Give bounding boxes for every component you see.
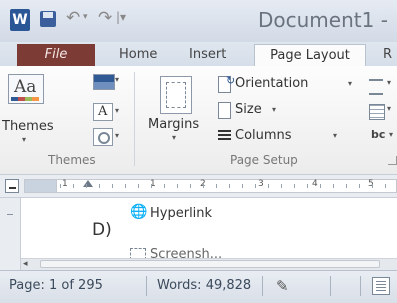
themes-icon: Aa	[8, 74, 44, 104]
hyperlink-item[interactable]: 🌐 Hyperlink	[130, 204, 250, 224]
tab-selector-icon[interactable]	[5, 179, 19, 193]
window-title: Document1 -	[258, 8, 388, 32]
hyphenation-dropdown-icon: ▾	[389, 130, 394, 139]
save-icon-shutter	[43, 12, 53, 18]
page-setup-launcher-icon[interactable]	[388, 156, 397, 165]
line-numbers-icon	[369, 104, 385, 120]
page-setup-group-label: Page Setup	[230, 153, 298, 167]
page-count[interactable]: Page: 1 of 295	[9, 278, 103, 293]
theme-fonts-icon: A	[93, 103, 113, 121]
themes-icon-swatches	[11, 97, 39, 101]
margins-icon	[160, 76, 192, 114]
breaks-dropdown-icon: ▾	[387, 78, 392, 87]
size-dropdown-icon: ▾	[272, 105, 277, 114]
orientation-dropdown-icon: ▾	[348, 79, 353, 88]
breaks-button[interactable]: ▾	[369, 76, 397, 95]
status-separator	[330, 276, 331, 296]
themes-icon-glyph: Aa	[14, 77, 37, 97]
columns-button[interactable]: Columns ▾	[218, 126, 348, 146]
theme-colors-dropdown-icon: ▾	[115, 75, 120, 84]
orientation-button[interactable]: ↻ Orientation ▾	[218, 74, 360, 94]
theme-fonts-button[interactable]: A ▾	[93, 103, 123, 121]
margins-label: Margins	[148, 117, 200, 132]
vertical-ruler[interactable]	[0, 198, 21, 270]
hyperlink-icon: 🌐	[130, 204, 148, 220]
undo-icon[interactable]: ↶	[66, 8, 80, 28]
hyphenation-button[interactable]: bc ▾	[371, 128, 397, 146]
theme-effects-button[interactable]: ▾	[93, 128, 123, 146]
theme-colors-icon	[93, 74, 115, 90]
theme-effects-dropdown-icon: ▾	[115, 131, 120, 140]
proofing-icon[interactable]: ✎	[276, 277, 289, 295]
columns-dropdown-icon: ▾	[333, 131, 338, 140]
save-icon[interactable]	[40, 11, 56, 27]
margins-button[interactable]: Margins ▾	[146, 76, 204, 148]
columns-icon	[218, 130, 231, 141]
customize-qat-icon[interactable]: |▾	[116, 10, 126, 24]
redo-icon[interactable]: ↷	[98, 8, 112, 28]
theme-fonts-dropdown-icon: ▾	[115, 106, 120, 115]
status-separator	[360, 276, 361, 296]
theme-effects-ring	[98, 132, 110, 144]
themes-label: Themes	[2, 119, 54, 134]
ribbon-group-separator	[134, 72, 135, 166]
screenshot-item[interactable]: Screensh...	[130, 244, 280, 258]
tab-file[interactable]: File	[17, 44, 95, 66]
scrollbar-thumb[interactable]	[40, 260, 380, 268]
qat-dropdown-icon[interactable]: ▾	[83, 12, 88, 22]
size-button[interactable]: Size ▾	[218, 100, 308, 120]
hyperlink-label: Hyperlink	[150, 206, 213, 221]
option-letter: D)	[92, 220, 112, 240]
tab-references-partial[interactable]: R	[383, 47, 392, 62]
margins-icon-inner	[166, 82, 186, 108]
margins-dropdown-icon: ▾	[172, 133, 177, 142]
print-layout-lines	[376, 281, 386, 291]
tab-home[interactable]: Home	[119, 47, 157, 62]
ruler-left-margin	[24, 179, 57, 193]
themes-group-label: Themes	[48, 153, 96, 167]
tab-selector-mark	[9, 187, 16, 189]
word-count[interactable]: Words: 49,828	[157, 278, 251, 293]
themes-dropdown-icon: ▾	[22, 135, 27, 144]
orientation-icon-arrow: ↻	[226, 74, 236, 87]
screenshot-icon	[130, 248, 146, 258]
size-icon	[218, 102, 231, 119]
print-layout-view-icon[interactable]	[372, 277, 390, 295]
theme-effects-icon	[93, 128, 113, 146]
orientation-label: Orientation	[235, 76, 309, 91]
screenshot-label: Screensh...	[150, 247, 223, 258]
hyphenation-icon: bc	[371, 128, 386, 141]
status-separator	[146, 276, 147, 296]
ruler-ticks	[60, 184, 396, 188]
word-app-icon[interactable]: W	[10, 9, 30, 31]
size-label: Size	[235, 102, 262, 117]
themes-button[interactable]: Aa Themes ▾	[2, 74, 54, 148]
theme-colors-button[interactable]: ▾	[93, 74, 123, 90]
columns-label: Columns	[235, 128, 292, 143]
tab-page-layout[interactable]: Page Layout	[254, 44, 366, 67]
status-separator	[262, 276, 263, 296]
theme-fonts-glyph: A	[98, 104, 108, 119]
line-numbers-dropdown-icon: ▾	[387, 104, 392, 113]
line-numbers-button[interactable]: ▾	[369, 102, 397, 120]
tab-insert[interactable]: Insert	[189, 47, 226, 62]
scroll-left-icon[interactable]: ◂	[23, 259, 28, 269]
breaks-icon	[369, 79, 383, 95]
vertical-ruler-mark	[7, 214, 13, 215]
